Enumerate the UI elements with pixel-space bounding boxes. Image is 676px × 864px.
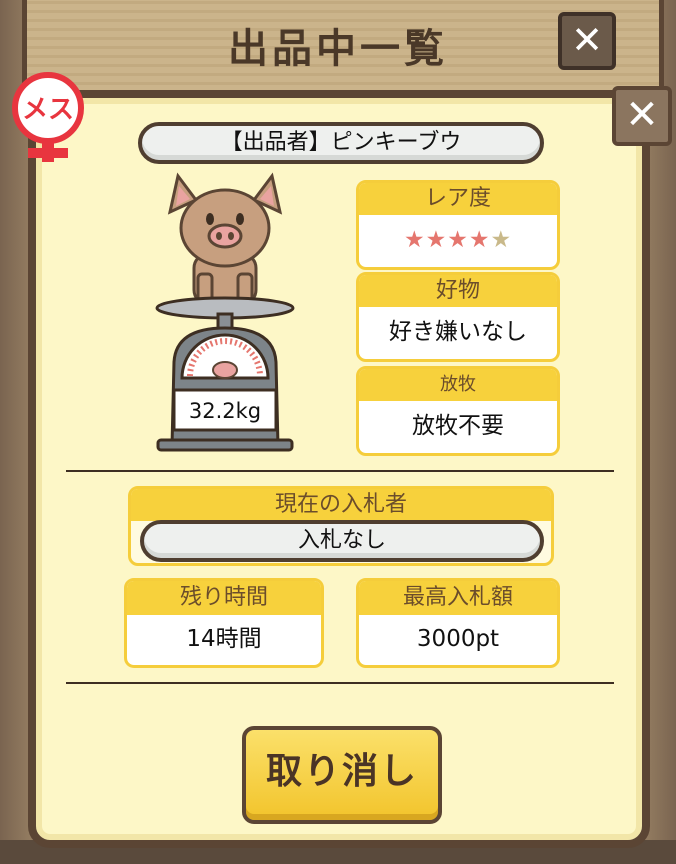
favorite-food-label: 好物 (359, 275, 557, 307)
seller-name: 【出品者】ピンキーブウ (138, 122, 544, 164)
current-bidder-value: 入札なし (140, 520, 544, 562)
favorite-food-panel: 好物 好き嫌いなし (356, 272, 560, 362)
star-empty-icon: ★ (490, 227, 513, 253)
star-icon: ★ (468, 227, 491, 253)
max-bid-value: 3000pt (416, 626, 500, 652)
grazing-value: 放牧不要 (412, 413, 504, 439)
max-bid-label: 最高入札額 (359, 581, 557, 615)
star-icon: ★ (447, 227, 469, 253)
dialog-close-button[interactable]: ✕ (612, 86, 672, 146)
cancel-listing-button[interactable]: 取り消し (242, 726, 442, 824)
pig-weight: 32.2kg (189, 399, 261, 423)
grazing-panel: 放牧 放牧不要 (356, 366, 560, 456)
time-left-panel: 残り時間 14時間 (124, 578, 324, 668)
female-badge-label: メス (22, 95, 74, 125)
current-bidder-label: 現在の入札者 (131, 489, 551, 521)
star-icon: ★ (425, 227, 448, 253)
pig-on-scale: 32.2kg (155, 172, 295, 452)
divider (66, 682, 614, 684)
female-icon: メス (12, 72, 84, 162)
rarity-panel: レア度 ★★★★★ (356, 180, 560, 270)
max-bid-panel: 最高入札額 3000pt (356, 578, 560, 668)
grazing-label: 放牧 (359, 369, 557, 401)
time-left-label: 残り時間 (127, 581, 321, 615)
time-left-value: 14時間 (186, 626, 262, 652)
favorite-food-value: 好き嫌いなし (389, 319, 527, 345)
close-icon[interactable]: ✕ (558, 12, 616, 70)
rarity-stars: ★★★★★ (359, 215, 557, 265)
rarity-label: レア度 (359, 183, 557, 215)
star-icon: ★ (403, 227, 426, 253)
divider (66, 470, 614, 472)
